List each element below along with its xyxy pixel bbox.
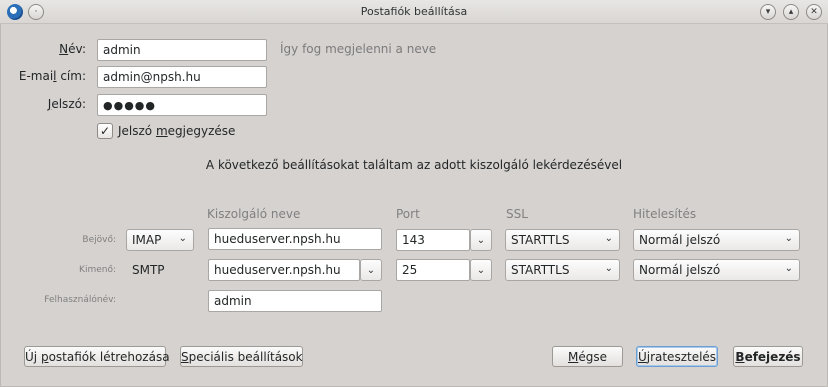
column-header-auth: Hitelesítés xyxy=(633,207,697,221)
username-field[interactable]: admin xyxy=(208,290,382,312)
outgoing-protocol: SMTP xyxy=(132,263,165,277)
chevron-down-icon: ⌄ xyxy=(476,234,486,246)
outgoing-server-dropdown[interactable]: ⌄ xyxy=(360,259,382,281)
column-header-ssl: SSL xyxy=(506,207,528,221)
password-label: Jelszó: xyxy=(47,97,86,111)
column-header-server: Kiszolgáló neve xyxy=(207,207,301,221)
name-field[interactable]: admin xyxy=(97,39,267,61)
found-settings-message: A következő beállításokat találtam az ad… xyxy=(205,158,623,172)
outgoing-label: Kimenő: xyxy=(79,265,116,275)
chevron-down-icon: ⌄ xyxy=(178,233,187,244)
password-field[interactable]: ●●●●● xyxy=(97,94,267,116)
username-label: Felhasználónév: xyxy=(44,295,116,305)
minimize-icon[interactable]: ▾ xyxy=(760,4,776,20)
email-label: E-mail cím: xyxy=(18,69,86,83)
name-hint: Így fog megjelenni a neve xyxy=(280,42,437,56)
incoming-auth-select[interactable]: Normál jelszó ⌄ xyxy=(633,229,800,251)
incoming-server-field[interactable]: hueduserver.npsh.hu xyxy=(208,228,382,250)
window-title: Postafiók beállítása xyxy=(360,5,468,18)
email-field[interactable]: admin@npsh.hu xyxy=(97,66,267,88)
outgoing-ssl-select[interactable]: STARTTLS ⌄ xyxy=(505,259,620,281)
outgoing-port-dropdown[interactable]: ⌄ xyxy=(470,259,492,281)
close-icon[interactable]: ✕ xyxy=(806,4,822,20)
name-label: Név: xyxy=(59,42,86,56)
chevron-down-icon: ⌄ xyxy=(366,264,376,276)
incoming-port-field[interactable]: 143 xyxy=(396,229,470,251)
done-button[interactable]: Befejezés xyxy=(733,346,803,367)
incoming-port-dropdown[interactable]: ⌄ xyxy=(470,229,492,251)
outgoing-port-field[interactable]: 25 xyxy=(396,259,470,281)
chevron-down-icon: ⌄ xyxy=(784,263,793,274)
cancel-button[interactable]: Mégse xyxy=(552,346,623,367)
retest-button[interactable]: Újratesztelés xyxy=(636,346,718,367)
remember-password-checkbox[interactable]: ✓ xyxy=(97,123,113,139)
checkmark-icon: ✓ xyxy=(99,124,111,138)
outgoing-server-field[interactable]: hueduserver.npsh.hu xyxy=(208,259,360,281)
chevron-down-icon: ⌄ xyxy=(604,233,613,244)
new-account-button[interactable]: Új postafiók létrehozása xyxy=(24,346,170,367)
incoming-protocol-select[interactable]: IMAP ⌄ xyxy=(126,229,194,251)
title-bar[interactable]: · Postafiók beállítása ▾ ▴ ✕ xyxy=(0,0,828,24)
incoming-ssl-select[interactable]: STARTTLS ⌄ xyxy=(505,229,620,251)
remember-password-label[interactable]: Jelszó megjegyzése xyxy=(118,124,235,138)
chevron-down-icon: ⌄ xyxy=(604,263,613,274)
outgoing-auth-select[interactable]: Normál jelszó ⌄ xyxy=(633,259,800,281)
chevron-down-icon: ⌄ xyxy=(784,233,793,244)
advanced-settings-button[interactable]: Speciális beállítások xyxy=(180,346,303,367)
maximize-icon[interactable]: ▴ xyxy=(783,4,799,20)
incoming-label: Bejövő: xyxy=(82,235,116,245)
column-header-port: Port xyxy=(396,207,420,221)
chevron-down-icon: ⌄ xyxy=(476,264,486,276)
